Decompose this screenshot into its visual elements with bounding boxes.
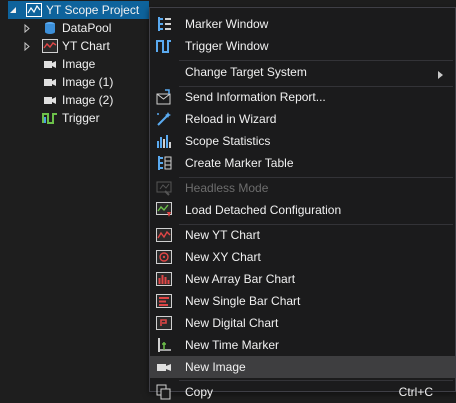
camera-icon xyxy=(42,74,58,90)
menu-item-label: Reload in Wizard xyxy=(185,112,277,126)
chevron-right-icon[interactable] xyxy=(22,37,32,55)
menu-item-label: Copy xyxy=(185,385,214,399)
tree-item-label: Image xyxy=(62,57,96,71)
xy-chart-icon xyxy=(156,249,172,265)
menu-item-new-time-marker[interactable]: New Time Marker xyxy=(150,334,455,356)
menu-item-label: Change Target System xyxy=(185,65,307,79)
marker-table-icon xyxy=(156,155,172,171)
menu-item-label: Marker Window xyxy=(185,17,269,31)
yt-chart-icon xyxy=(156,227,172,243)
menu-item-label: Send Information Report... xyxy=(185,90,326,104)
menu-item-copy[interactable]: Copy Ctrl+C xyxy=(150,381,455,403)
tree-item-label: YT Chart xyxy=(62,39,110,53)
menu-item-label: Create Marker Table xyxy=(185,156,294,170)
digital-chart-icon xyxy=(156,315,172,331)
menu-item-new-digital-chart[interactable]: New Digital Chart xyxy=(150,312,455,334)
menu-item-label: Headless Mode xyxy=(185,181,269,195)
chevron-down-icon[interactable] xyxy=(8,1,18,19)
menu-item-label: Scope Statistics xyxy=(185,134,271,148)
wizard-icon xyxy=(156,111,172,127)
menu-item-headless-mode[interactable]: Headless Mode xyxy=(150,177,455,199)
menu-item-new-array-bar-chart[interactable]: New Array Bar Chart xyxy=(150,268,455,290)
trigger-window-icon xyxy=(156,38,172,54)
tree-item-label: YT Scope Project xyxy=(46,3,140,17)
statistics-icon xyxy=(156,133,172,149)
tree-item-datapool[interactable]: DataPool xyxy=(22,19,111,37)
menu-item-label: New Time Marker xyxy=(185,338,280,352)
menu-item-shortcut: Ctrl+C xyxy=(398,385,433,399)
tree-item-image[interactable]: Image xyxy=(42,55,95,73)
menu-item-new-single-bar-chart[interactable]: New Single Bar Chart xyxy=(150,290,455,312)
load-config-icon xyxy=(156,202,172,218)
array-bar-chart-icon xyxy=(156,271,172,287)
time-marker-icon xyxy=(156,337,172,353)
tree-item-image-1[interactable]: Image (1) xyxy=(42,73,113,91)
copy-icon xyxy=(156,384,172,400)
menu-item-change-target-system[interactable]: Change Target System xyxy=(150,61,455,83)
menu-item-reload-in-wizard[interactable]: Reload in Wizard xyxy=(150,108,455,130)
datapool-icon xyxy=(42,20,58,36)
menu-item-create-marker-table[interactable]: Create Marker Table xyxy=(150,152,455,174)
menu-item-new-image[interactable]: New Image xyxy=(150,356,455,378)
single-bar-chart-icon xyxy=(156,293,172,309)
camera-icon xyxy=(42,56,58,72)
marker-window-icon xyxy=(156,16,172,32)
headless-icon xyxy=(156,180,172,196)
scope-project-icon xyxy=(26,2,42,18)
mail-report-icon xyxy=(156,89,172,105)
menu-item-label: New YT Chart xyxy=(185,228,260,242)
menu-item-label: New Single Bar Chart xyxy=(185,294,301,308)
tree-item-trigger[interactable]: Trigger xyxy=(42,109,100,127)
chevron-right-icon[interactable] xyxy=(22,19,32,37)
camera-icon xyxy=(156,359,172,375)
menu-item-new-yt-chart[interactable]: New YT Chart xyxy=(150,224,455,246)
menu-item-label: New Array Bar Chart xyxy=(185,272,296,286)
menu-item-new-xy-chart[interactable]: New XY Chart xyxy=(150,246,455,268)
menu-item-load-detached-configuration[interactable]: Load Detached Configuration xyxy=(150,199,455,221)
menu-item-label: New Image xyxy=(185,360,246,374)
tree-item-image-2[interactable]: Image (2) xyxy=(42,91,113,109)
context-menu: Marker Window Trigger Window Change Targ… xyxy=(149,7,456,400)
trigger-icon xyxy=(42,110,58,126)
tree-item-label: Image (1) xyxy=(62,75,114,89)
camera-icon xyxy=(42,92,58,108)
tree-item-label: DataPool xyxy=(62,21,112,35)
tree-item-label: Trigger xyxy=(62,111,100,125)
menu-item-label: New Digital Chart xyxy=(185,316,279,330)
menu-item-trigger-window[interactable]: Trigger Window xyxy=(150,35,455,57)
menu-item-scope-statistics[interactable]: Scope Statistics xyxy=(150,130,455,152)
yt-chart-icon xyxy=(42,38,58,54)
submenu-arrow-icon xyxy=(438,68,443,82)
menu-item-label: Trigger Window xyxy=(185,39,269,53)
menu-item-label: New XY Chart xyxy=(185,250,261,264)
menu-item-marker-window[interactable]: Marker Window xyxy=(150,13,455,35)
menu-item-send-information-report[interactable]: Send Information Report... xyxy=(150,86,455,108)
tree-item-label: Image (2) xyxy=(62,93,114,107)
tree-item-yt-scope-project[interactable]: YT Scope Project xyxy=(8,1,149,19)
menu-item-label: Load Detached Configuration xyxy=(185,203,342,217)
tree-item-yt-chart[interactable]: YT Chart xyxy=(22,37,110,55)
